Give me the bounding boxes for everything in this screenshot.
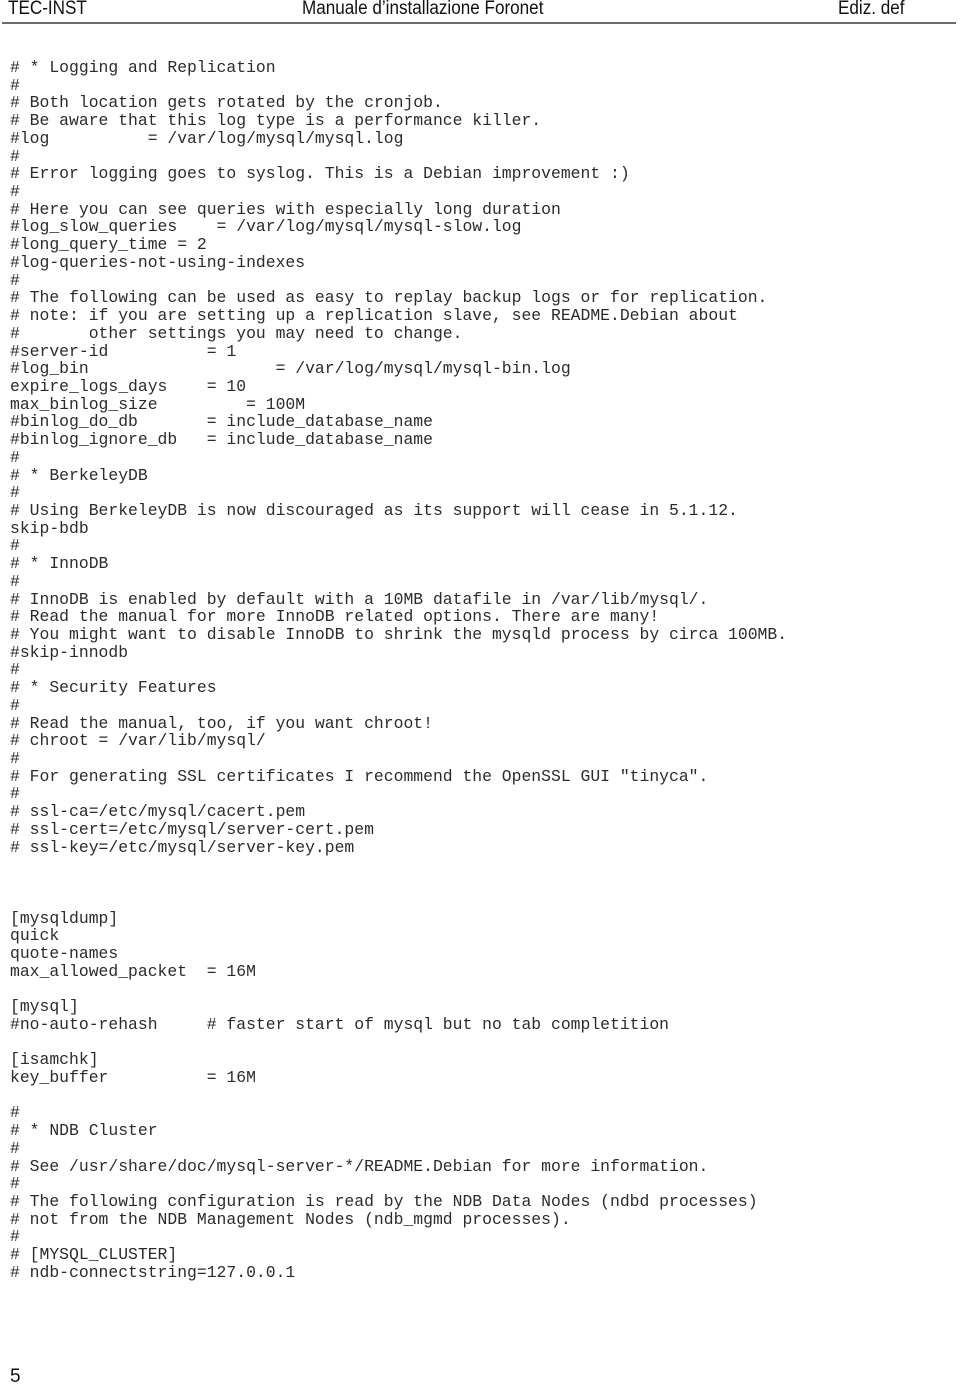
code-line: # ssl-key=/etc/mysql/server-key.pem [10, 837, 355, 857]
code-line: #binlog_ignore_db = include_database_nam… [10, 430, 433, 450]
code-line: #skip-innodb [10, 642, 129, 662]
header-edition: Ediz. def [838, 0, 905, 19]
code-line: # [10, 1227, 20, 1247]
code-line: #log-queries-not-using-indexes [10, 252, 306, 272]
code-line: # chroot = /var/lib/mysql/ [10, 731, 266, 751]
code-line: # Here you can see queries with especial… [10, 199, 561, 219]
code-line: # [10, 571, 20, 591]
code-line: [mysql] [10, 997, 79, 1017]
header-doc-code: TEC-INST [8, 0, 87, 19]
code-line: # [10, 784, 20, 804]
code-line: #binlog_do_db = include_database_name [10, 412, 433, 432]
code-line: # InnoDB is enabled by default with a 10… [10, 589, 709, 609]
code-line: # Be aware that this log type is a perfo… [10, 111, 542, 131]
page-number: 5 [10, 1366, 21, 1387]
code-line: max_binlog_size = 100M [10, 394, 306, 414]
code-line: # [10, 146, 20, 166]
code-line: #log_slow_queries = /var/log/mysql/mysql… [10, 217, 522, 237]
code-line: # * NDB Cluster [10, 1121, 158, 1141]
code-line: # * InnoDB [10, 554, 109, 574]
code-line: skip-bdb [10, 518, 89, 538]
header-divider [2, 22, 956, 24]
code-line: # The following configuration is read by… [10, 1192, 758, 1211]
code-line: quick [10, 926, 60, 946]
code-line: # [10, 447, 20, 467]
code-line: key_buffer = 16M [10, 1067, 256, 1087]
code-line: # Read the manual, too, if you want chro… [10, 713, 433, 733]
code-line: # For generating SSL certificates I reco… [10, 766, 709, 786]
code-line: # The following can be used as easy to r… [10, 288, 768, 308]
code-line: # other settings you may need to change. [10, 323, 463, 343]
code-line: #log_bin = /var/log/mysql/mysql-bin.log [10, 359, 571, 379]
code-line: # [10, 749, 20, 769]
header-doc-title: Manuale d’installazione Foronet [302, 0, 544, 19]
code-line: # [10, 660, 20, 680]
code-line: # [10, 75, 20, 95]
code-line: # [10, 1103, 20, 1123]
code-line: #log = /var/log/mysql/mysql.log [10, 128, 404, 148]
code-line: # note: if you are setting up a replicat… [10, 306, 738, 326]
code-line: # ndb-connectstring=127.0.0.1 [10, 1262, 296, 1282]
code-line: # See /usr/share/doc/mysql-server-*/READ… [10, 1156, 709, 1176]
code-line: # Using BerkeleyDB is now discouraged as… [10, 500, 738, 520]
code-line: # Both location gets rotated by the cron… [10, 93, 443, 113]
code-line: # * BerkeleyDB [10, 465, 148, 485]
code-line: #no-auto-rehash # faster start of mysql … [10, 1014, 670, 1034]
code-line: expire_logs_days = 10 [10, 376, 247, 396]
code-line: # [10, 270, 20, 290]
code-line: # [10, 1174, 20, 1194]
code-line: # [10, 695, 20, 715]
code-line: # Error logging goes to syslog. This is … [10, 164, 630, 184]
code-line: [isamchk] [10, 1050, 99, 1070]
code-line: # [10, 536, 20, 556]
code-line: # [10, 182, 20, 202]
code-line: #long_query_time = 2 [10, 235, 207, 255]
code-line: # [MYSQL_CLUSTER] [10, 1245, 178, 1265]
code-line: # * Security Features [10, 678, 217, 698]
config-code-listing: # * Logging and Replication # # Both locat… [10, 59, 787, 1282]
code-line: # You might want to disable InnoDB to sh… [10, 625, 788, 644]
code-line: #server-id = 1 [10, 341, 237, 361]
code-line: # [10, 483, 20, 503]
code-line: # * Logging and Replication [10, 58, 276, 77]
code-line: # ssl-ca=/etc/mysql/cacert.pem [10, 802, 306, 822]
code-line: [mysqldump] [10, 908, 119, 928]
code-line: # ssl-cert=/etc/mysql/server-cert.pem [10, 819, 374, 839]
code-line: max_allowed_packet = 16M [10, 961, 256, 981]
code-line: # not from the NDB Management Nodes (ndb… [10, 1209, 571, 1229]
page-header: TEC-INST Manuale d’installazione Foronet… [0, 0, 960, 22]
code-line: # [10, 1138, 20, 1158]
code-line: quote-names [10, 943, 119, 963]
code-line: # Read the manual for more InnoDB relate… [10, 607, 660, 627]
